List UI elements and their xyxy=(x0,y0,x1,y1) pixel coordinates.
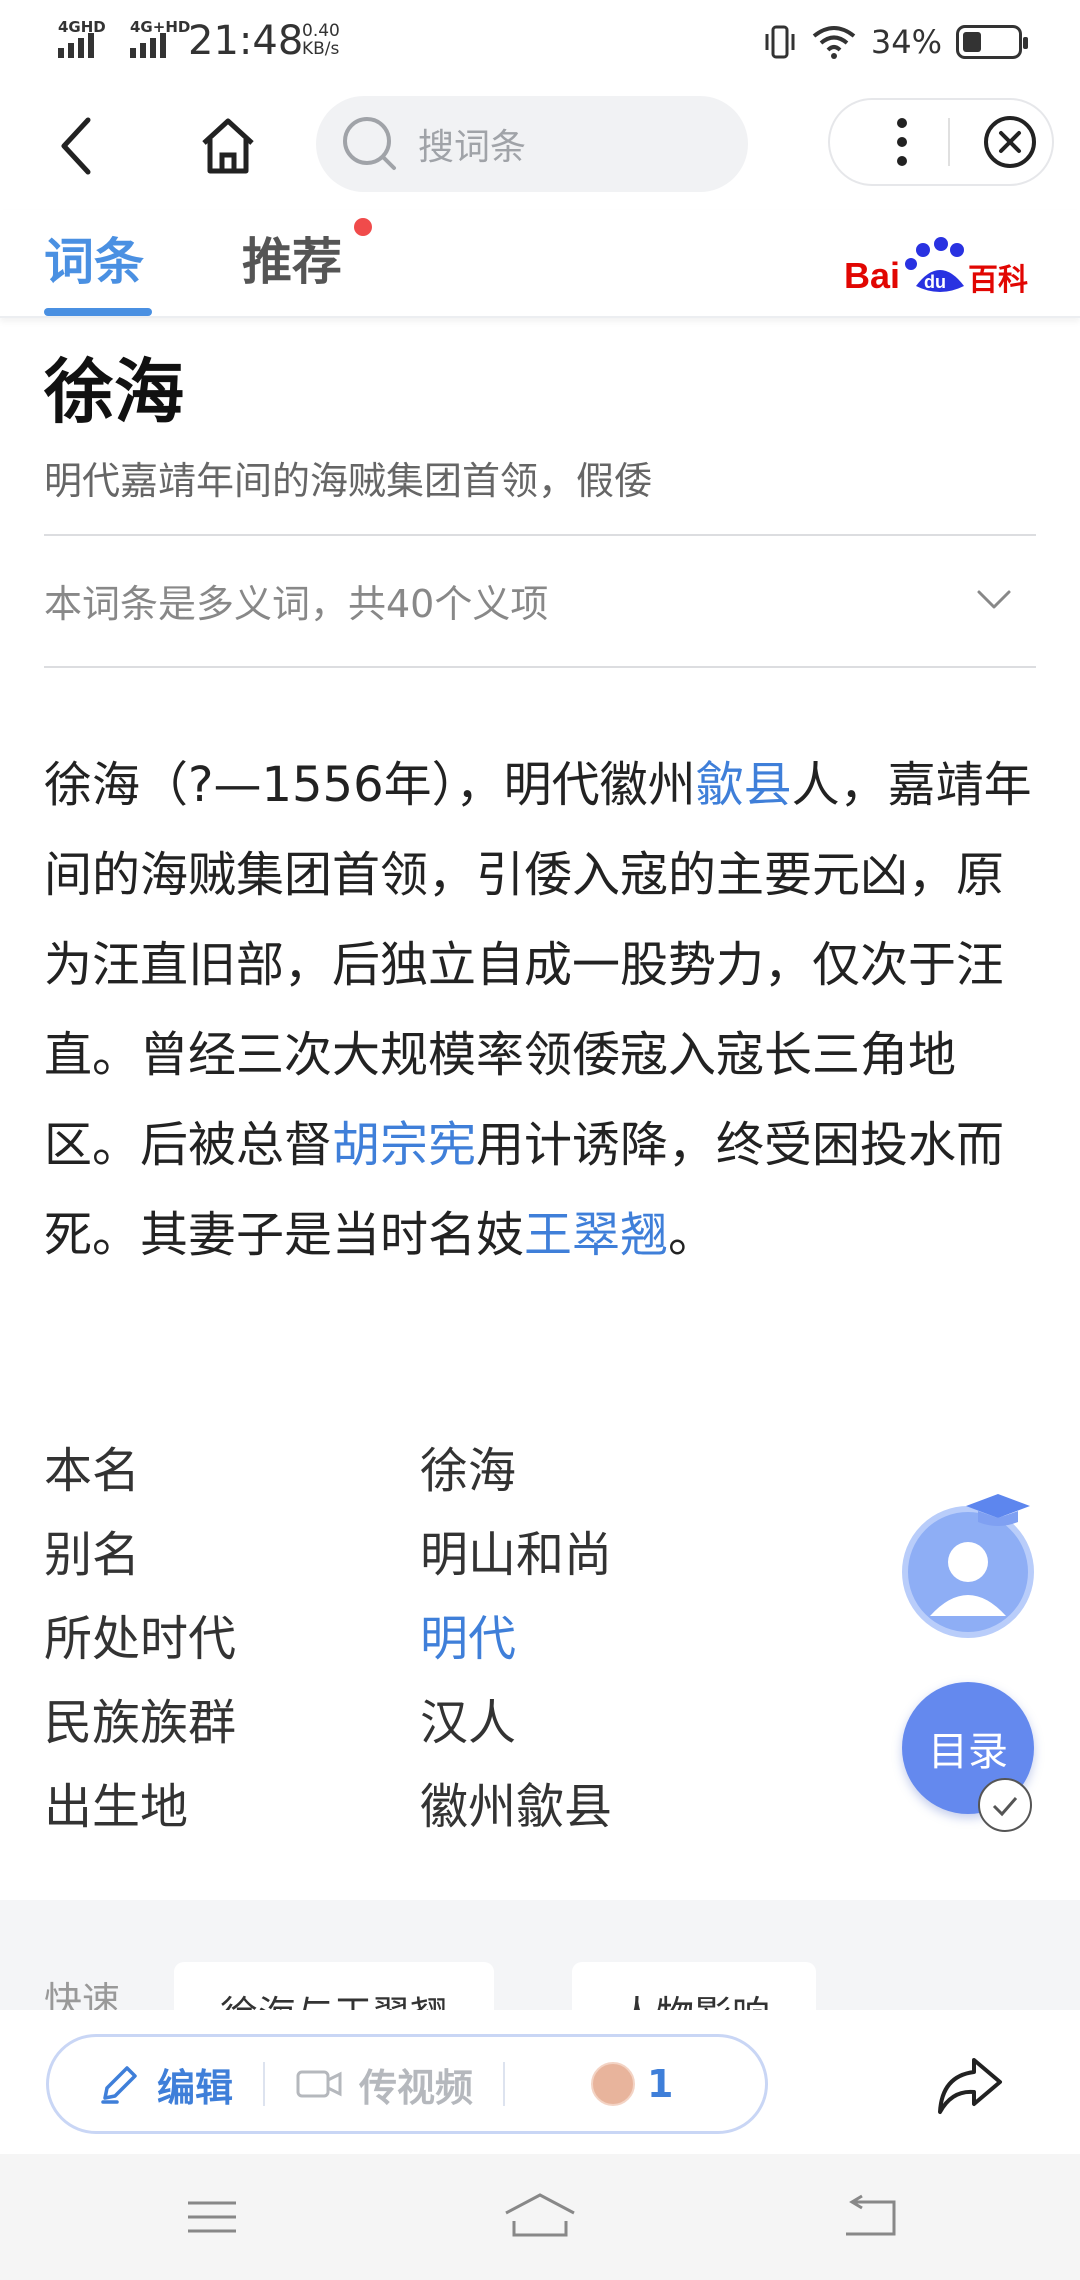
signal-1: 4GHD xyxy=(58,18,116,58)
system-back-button[interactable] xyxy=(830,2184,910,2250)
contributor-avatar xyxy=(591,2062,636,2106)
pill-divider xyxy=(503,2062,506,2106)
chevron-down-icon xyxy=(977,590,1011,609)
network-indicators: 4GHD 4G+HD xyxy=(58,18,190,58)
upload-video-button[interactable]: 传视频 xyxy=(295,2057,473,2112)
svg-text:du: du xyxy=(924,272,946,292)
info-key: 别名 xyxy=(44,1527,141,1583)
entry-subtitle: 明代嘉靖年间的海贼集团首领，假倭 xyxy=(44,459,653,503)
intro-text: 徐海（?—1556年），明代徽州 xyxy=(44,757,696,813)
intro-text: 人，嘉靖年间的海贼集团首领，引倭入寇的主要元凶，原为汪直旧部，后独立自成一股势力… xyxy=(44,757,1032,1173)
info-key: 所处时代 xyxy=(44,1611,237,1667)
info-value: 徐海 xyxy=(420,1443,517,1499)
divider xyxy=(44,666,1036,668)
info-value: 明山和尚 xyxy=(420,1527,613,1583)
polysemy-text: 本词条是多义词，共40个义项 xyxy=(44,581,549,626)
pencil-icon xyxy=(101,2066,137,2104)
info-key: 出生地 xyxy=(44,1779,189,1835)
edit-label: 编辑 xyxy=(157,2065,234,2110)
home-button[interactable] xyxy=(190,108,266,184)
action-bar: 编辑 传视频 1 xyxy=(0,2010,1080,2154)
speed-value: 0.40 xyxy=(302,21,340,41)
ai-assistant-avatar[interactable] xyxy=(902,1494,1034,1638)
contributor-count: 1 xyxy=(647,2062,674,2106)
info-key: 民族族群 xyxy=(44,1695,237,1751)
vibrate-icon xyxy=(765,25,795,59)
svg-text:Bai: Bai xyxy=(844,255,900,296)
battery-icon xyxy=(956,25,1028,59)
share-icon[interactable] xyxy=(930,2046,1010,2126)
back-button[interactable] xyxy=(40,110,112,182)
status-bar: 4GHD 4G+HD 21:48 0.40 KB/s 34% xyxy=(0,0,1080,84)
network-speed: 0.40 KB/s xyxy=(302,22,340,58)
menu-icon xyxy=(188,2201,236,2233)
video-label: 传视频 xyxy=(359,2065,474,2110)
search-icon xyxy=(343,117,396,170)
intro-paragraph: 徐海（?—1556年），明代徽州歙县人，嘉靖年间的海贼集团首领，引倭入寇的主要元… xyxy=(44,740,1040,1280)
action-pill: 编辑 传视频 1 xyxy=(46,2034,768,2134)
signal-bars-icon xyxy=(130,33,166,58)
link-wang-cuiqiao[interactable]: 王翠翘 xyxy=(524,1207,668,1263)
info-value: 汉人 xyxy=(420,1695,517,1751)
search-placeholder: 搜词条 xyxy=(418,127,527,168)
top-nav: 搜词条 xyxy=(0,92,1080,202)
signal-bars-icon xyxy=(58,33,94,58)
home-outline-icon xyxy=(505,2193,575,2237)
menu-button[interactable] xyxy=(172,2184,252,2250)
info-row: 本名 徐海 xyxy=(44,1424,744,1508)
quick-nav: 快速 徐海与王翠翘 人物影响 xyxy=(0,1900,1080,2020)
tab-bar: 词条 推荐 Bai du 百科 xyxy=(0,210,1080,318)
tab-entry[interactable]: 词条 xyxy=(44,222,144,294)
signal-2: 4G+HD xyxy=(130,18,190,58)
wifi-icon xyxy=(812,26,856,59)
clock: 21:48 xyxy=(188,18,304,64)
tab-recommend[interactable]: 推荐 xyxy=(242,222,342,294)
info-row: 所处时代 明代 xyxy=(44,1592,744,1676)
capsule-divider xyxy=(948,118,950,166)
home-icon xyxy=(202,118,254,174)
edit-button[interactable]: 编辑 xyxy=(97,2057,233,2112)
more-vertical-icon xyxy=(897,118,907,166)
status-right: 34% xyxy=(763,22,1028,62)
notification-dot xyxy=(354,218,372,236)
link-shexian[interactable]: 歙县 xyxy=(696,757,792,813)
info-row: 出生地 徽州歙县 xyxy=(44,1760,744,1844)
svg-text:百科: 百科 xyxy=(968,263,1028,298)
system-nav-bar xyxy=(0,2154,1080,2280)
search-input[interactable]: 搜词条 xyxy=(316,96,748,192)
battery-percent: 34% xyxy=(870,23,942,61)
polysemy-selector[interactable]: 本词条是多义词，共40个义项 xyxy=(44,536,1036,664)
close-button[interactable] xyxy=(978,110,1042,174)
video-icon xyxy=(296,2070,342,2098)
system-home-button[interactable] xyxy=(500,2184,580,2250)
close-circle-icon xyxy=(984,116,1036,168)
info-value-link[interactable]: 明代 xyxy=(420,1599,516,1669)
battery-fill xyxy=(963,32,981,52)
return-icon xyxy=(846,2194,896,2236)
link-hu-zongxian[interactable]: 胡宗宪 xyxy=(332,1117,476,1173)
more-button[interactable] xyxy=(874,110,930,174)
mini-program-capsule xyxy=(828,98,1054,186)
info-row: 别名 明山和尚 xyxy=(44,1508,744,1592)
entry-title: 徐海 xyxy=(44,351,184,433)
check-circle-icon xyxy=(978,1778,1032,1832)
pill-divider xyxy=(263,2062,266,2106)
intro-text: 。 xyxy=(668,1207,717,1263)
baidu-baike-logo: Bai du 百科 xyxy=(844,237,1028,298)
info-box: 本名 徐海 别名 明山和尚 所处时代 明代 民族族群 汉人 出生地 徽州歙县 xyxy=(44,1424,744,1844)
info-row: 民族族群 汉人 xyxy=(44,1676,744,1760)
info-key: 本名 xyxy=(44,1443,141,1499)
chevron-left-icon xyxy=(61,117,91,175)
speed-unit: KB/s xyxy=(302,39,340,59)
graduation-cap-icon xyxy=(966,1494,1030,1526)
contributors-button[interactable]: 1 xyxy=(591,2062,673,2106)
active-tab-indicator xyxy=(44,308,152,316)
info-value: 徽州歙县 xyxy=(420,1779,613,1835)
